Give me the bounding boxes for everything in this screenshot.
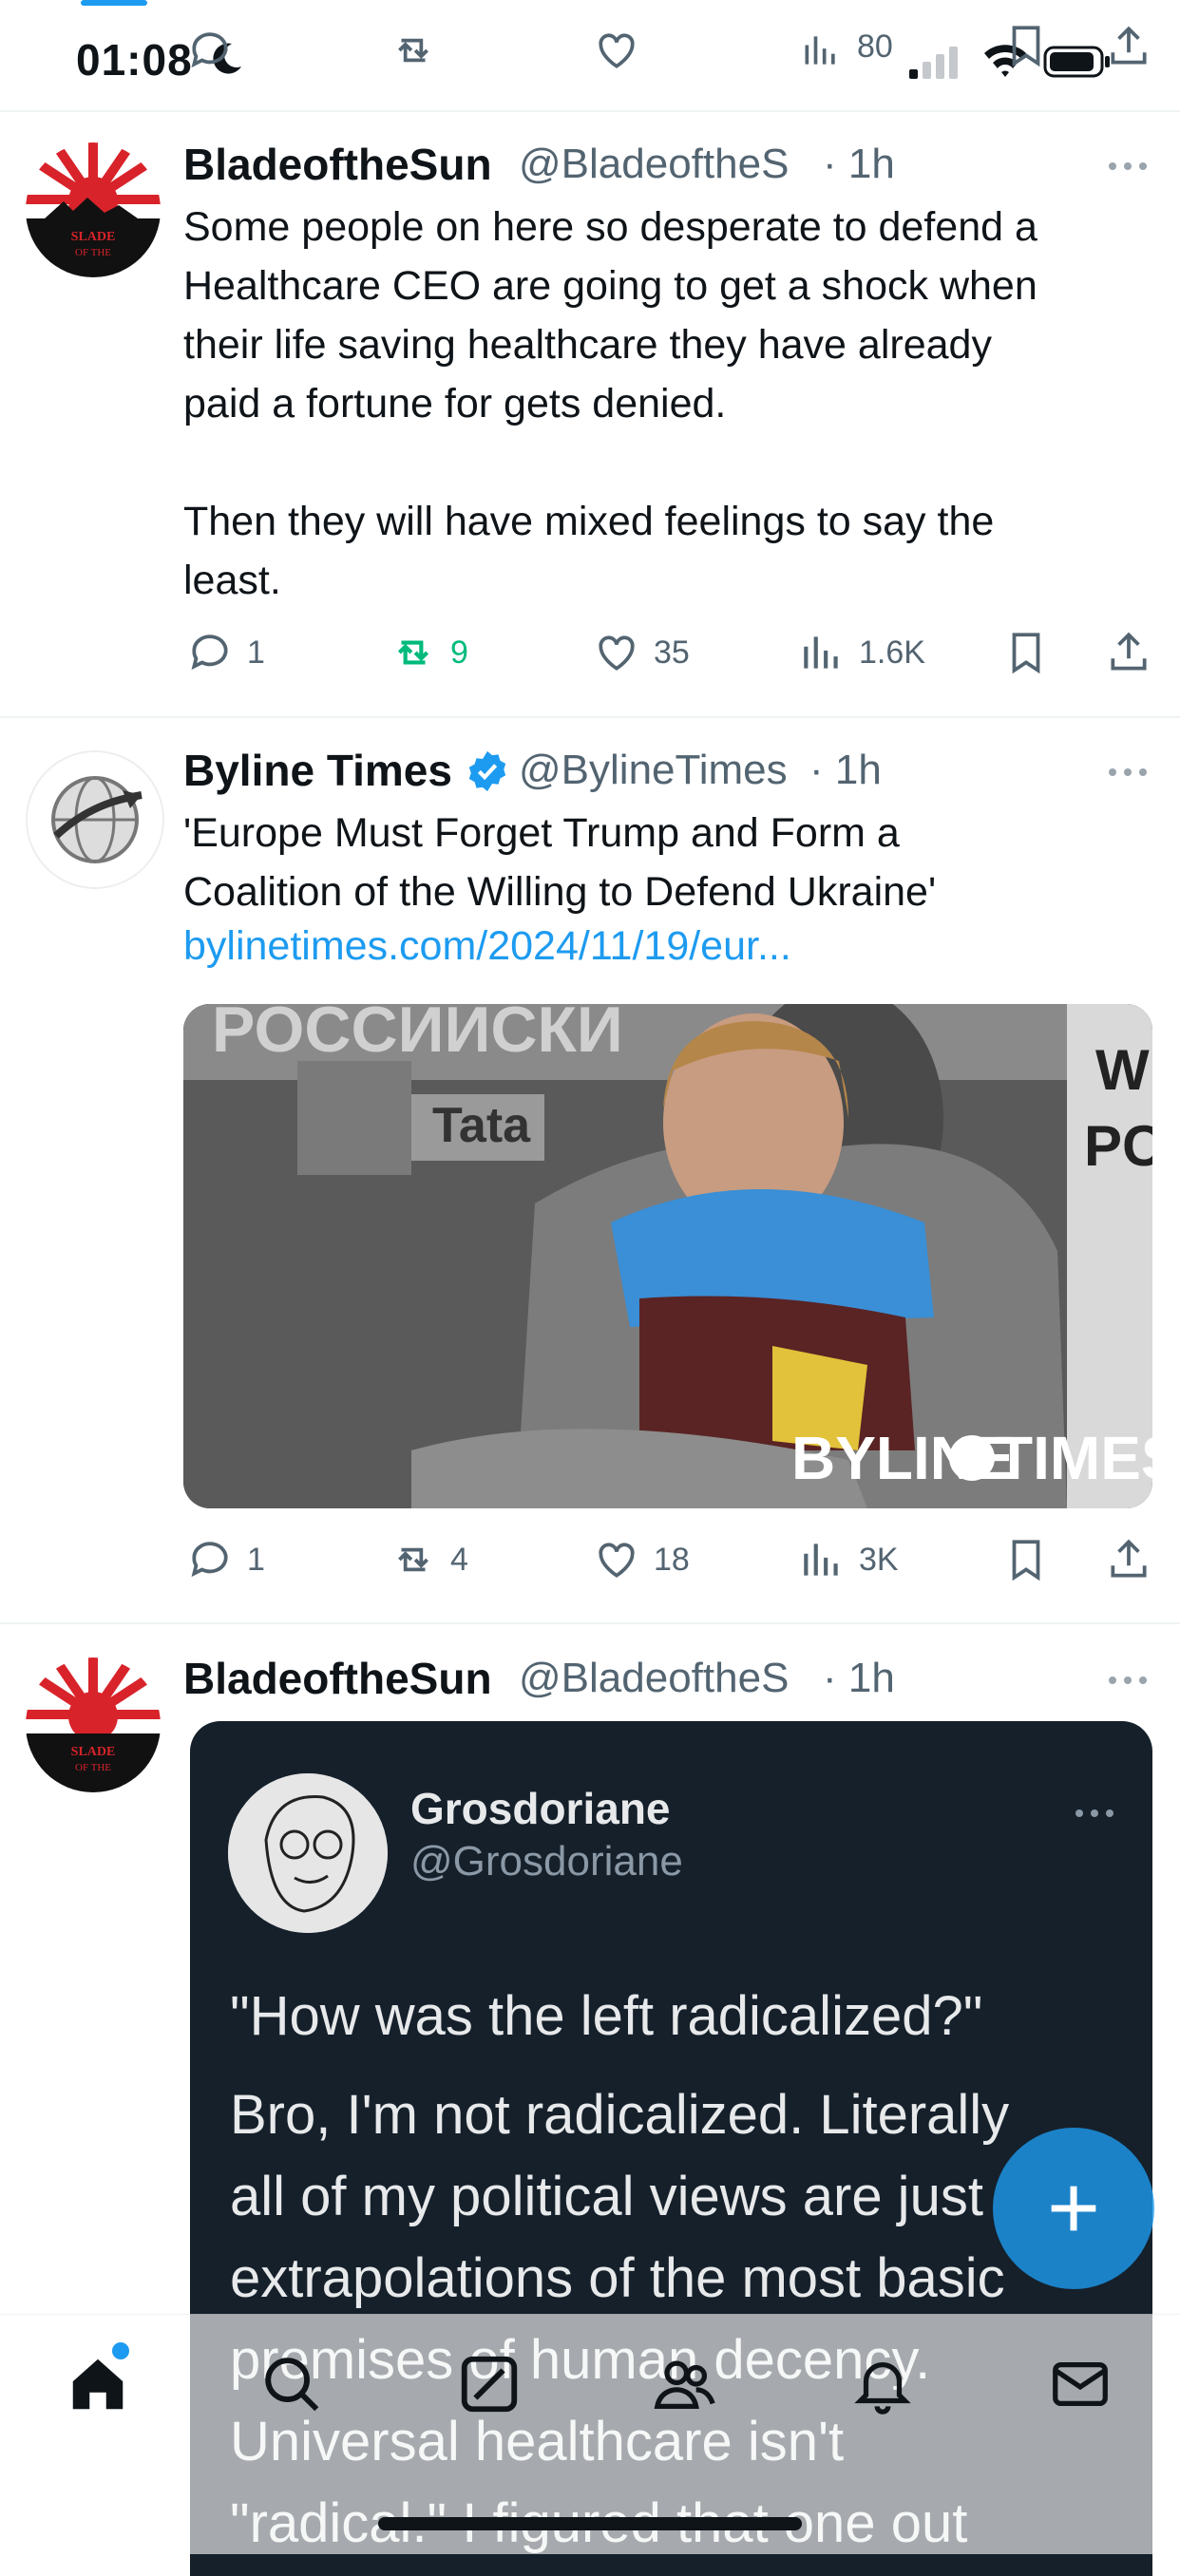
reply-button[interactable]: 1 xyxy=(186,1536,265,1583)
grok-icon[interactable] xyxy=(456,2351,523,2417)
reply-count: 1 xyxy=(247,1541,265,1578)
avatar[interactable]: SLADE OF THE xyxy=(26,1657,161,1792)
search-icon[interactable] xyxy=(258,2351,325,2417)
article-image[interactable]: РОССИЙСКИ Tata W PC BYLINE TIMES xyxy=(183,1004,1152,1508)
protest-photo: РОССИЙСКИ Tata W PC BYLINE TIMES xyxy=(183,1004,1152,1508)
bookmark-icon[interactable] xyxy=(1002,629,1050,676)
avatar[interactable]: SLADE OF THE xyxy=(26,142,161,277)
like-icon xyxy=(599,635,635,671)
messages-icon[interactable] xyxy=(1047,2351,1113,2417)
display-name[interactable]: BladeoftheSun xyxy=(183,139,492,190)
user-handle[interactable]: @BladeoftheS xyxy=(519,141,789,188)
views-icon xyxy=(804,1544,838,1576)
views-count: 3K xyxy=(859,1541,899,1578)
reply-icon[interactable] xyxy=(186,27,234,74)
repost-button[interactable]: 9 xyxy=(390,629,468,676)
like-button[interactable]: 35 xyxy=(593,629,690,676)
divider xyxy=(0,1622,1180,1624)
photo-sign-text: W xyxy=(1095,1038,1150,1102)
svg-text:OF THE: OF THE xyxy=(75,1762,111,1773)
svg-text:SLADE: SLADE xyxy=(71,1745,116,1759)
views-button[interactable]: 1.6K xyxy=(798,629,925,676)
views-button[interactable]: 3K xyxy=(798,1536,899,1583)
like-icon xyxy=(599,1543,635,1578)
home-indicator xyxy=(378,2517,802,2530)
more-options-icon[interactable] xyxy=(1107,766,1149,779)
share-icon[interactable] xyxy=(1105,629,1152,676)
quote-line: "How was the left radicalized?" xyxy=(230,1985,983,2047)
photo-sign-text: Tata xyxy=(432,1098,531,1153)
views-icon xyxy=(804,636,838,669)
user-handle[interactable]: @BladeoftheS xyxy=(519,1655,789,1702)
rising-sun-avatar: SLADE OF THE xyxy=(26,142,161,277)
more-options-icon[interactable] xyxy=(1107,1674,1149,1687)
display-name[interactable]: BladeoftheSun xyxy=(183,1653,492,1704)
bookmark-icon[interactable] xyxy=(1002,1536,1050,1583)
quote-display-name: Grosdoriane xyxy=(410,1784,671,1833)
like-count: 35 xyxy=(654,634,690,671)
divider xyxy=(0,110,1180,112)
repost-count: 9 xyxy=(450,634,468,671)
reply-button[interactable]: 1 xyxy=(186,629,265,676)
status-time: 01:08 xyxy=(76,35,193,85)
divider xyxy=(0,716,1180,718)
reply-icon xyxy=(191,1542,228,1578)
repost-icon xyxy=(398,1547,428,1572)
repost-icon xyxy=(397,640,429,665)
more-options-icon xyxy=(1075,1809,1113,1817)
verified-badge-icon xyxy=(468,750,506,792)
like-count: 18 xyxy=(654,1541,690,1578)
tab-indicator xyxy=(81,0,147,6)
globe-logo-icon xyxy=(51,776,143,863)
like-icon[interactable] xyxy=(593,27,640,74)
reply-icon xyxy=(191,635,228,671)
user-handle[interactable]: @BylineTimes xyxy=(519,747,788,794)
photo-sign-text: PC xyxy=(1084,1114,1152,1178)
repost-count: 4 xyxy=(450,1541,468,1578)
battery-icon xyxy=(1043,46,1110,78)
tweet-time: · 1h xyxy=(809,747,882,793)
cellular-signal-icon xyxy=(909,47,958,79)
repost-icon[interactable] xyxy=(390,27,437,74)
plus-icon xyxy=(1051,2186,1096,2231)
sketch-face-icon xyxy=(228,1773,388,1933)
views-icon[interactable] xyxy=(800,27,842,74)
home-icon[interactable] xyxy=(65,2351,131,2417)
views-count: 80 xyxy=(857,28,893,65)
notifications-icon[interactable] xyxy=(849,2351,916,2417)
share-icon[interactable] xyxy=(1105,1536,1152,1583)
byline-watermark: TIMES xyxy=(996,1424,1152,1492)
avatar-logo-text: SLADE xyxy=(71,230,116,244)
svg-text:OF THE: OF THE xyxy=(75,247,111,258)
tweet-text: 'Europe Must Forget Trump and Form a Coa… xyxy=(183,810,937,915)
avatar[interactable] xyxy=(26,750,164,889)
quote-handle: @Grosdoriane xyxy=(410,1838,683,1885)
quote-avatar xyxy=(228,1773,388,1933)
more-options-icon[interactable] xyxy=(1107,160,1149,173)
views-count: 1.6K xyxy=(859,634,925,671)
photo-sign-text: РОССИЙСКИ xyxy=(212,1004,623,1066)
display-name[interactable]: Byline Times xyxy=(183,745,452,796)
like-button[interactable]: 18 xyxy=(593,1536,690,1583)
tweet-time: · 1h xyxy=(823,1655,895,1701)
rising-sun-avatar: SLADE OF THE xyxy=(26,1657,161,1792)
tweet-text: Some people on here so desperate to defe… xyxy=(183,204,1037,603)
share-icon[interactable] xyxy=(1105,23,1152,70)
tweet-link[interactable]: bylinetimes.com/2024/11/19/eur... xyxy=(183,923,791,970)
repost-button[interactable]: 4 xyxy=(390,1536,468,1583)
tweet-time: · 1h xyxy=(823,141,895,187)
communities-icon[interactable] xyxy=(652,2351,718,2417)
reply-count: 1 xyxy=(247,634,265,671)
new-posts-dot xyxy=(112,2342,129,2359)
